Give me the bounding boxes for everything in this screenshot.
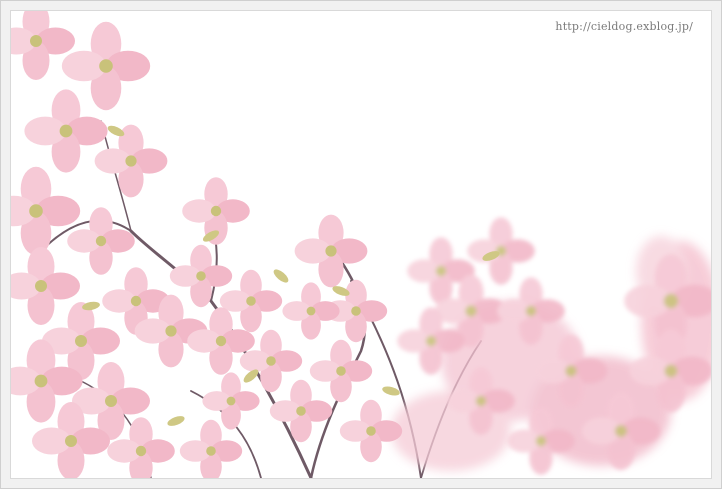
left-blossom-cluster: [11, 11, 208, 478]
dogwood-photo: http://cieldog.exblog.jp/: [11, 11, 711, 478]
photo-frame: http://cieldog.exblog.jp/: [0, 0, 722, 489]
blossom-illustration: [11, 11, 711, 478]
watermark-text: http://cieldog.exblog.jp/: [555, 20, 693, 33]
